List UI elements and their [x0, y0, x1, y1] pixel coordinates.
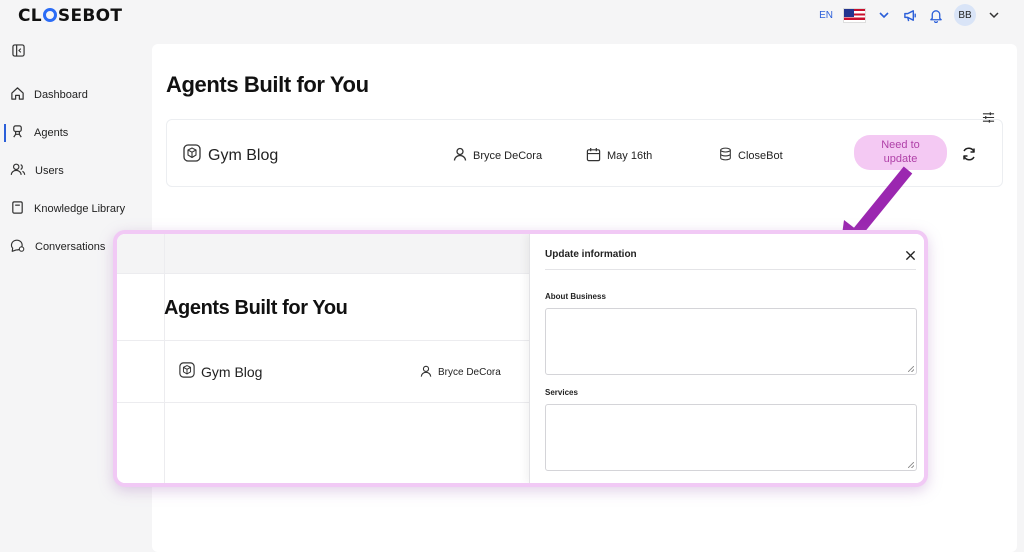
callout-divider: [117, 340, 529, 341]
database-icon: [719, 147, 732, 164]
about-business-label: About Business: [545, 292, 606, 301]
agent-icon: [10, 124, 25, 142]
person-icon: [453, 147, 467, 164]
bell-icon[interactable]: [928, 7, 944, 23]
agent-source: CloseBot: [719, 147, 783, 164]
callout-agent-name[interactable]: Gym Blog: [179, 362, 262, 381]
sidebar-item-label: Dashboard: [34, 89, 88, 101]
book-icon: [10, 200, 25, 218]
us-flag-icon[interactable]: [843, 7, 866, 23]
page-title: Agents Built for You: [166, 72, 369, 97]
panel-divider: [545, 269, 916, 270]
users-icon: [10, 162, 26, 180]
callout-divider: [117, 273, 529, 274]
sidebar-item-agents[interactable]: Agents: [0, 114, 150, 152]
cube-icon: [179, 362, 195, 381]
language-code[interactable]: EN: [819, 10, 833, 21]
logo-o-icon: [42, 8, 57, 22]
home-icon: [10, 86, 25, 104]
chevron-down-icon[interactable]: [876, 7, 892, 23]
cube-icon: [183, 144, 201, 167]
megaphone-icon[interactable]: [902, 7, 918, 23]
agent-owner: Bryce DeCora: [453, 147, 542, 164]
callout-divider: [164, 234, 165, 483]
close-icon[interactable]: [905, 248, 916, 266]
sidebar-collapse-icon[interactable]: [12, 44, 25, 62]
update-information-panel: Update information About Business Servic…: [529, 234, 924, 483]
sidebar-item-label: Agents: [34, 127, 69, 139]
panel-title: Update information: [545, 249, 637, 260]
sidebar-item-users[interactable]: Users: [0, 152, 150, 190]
agent-name[interactable]: Gym Blog: [183, 144, 278, 167]
callout-divider: [117, 402, 529, 403]
services-textarea[interactable]: [545, 404, 917, 471]
sidebar-item-dashboard[interactable]: Dashboard: [0, 76, 150, 114]
top-bar: CL SEBOT EN BB: [0, 0, 1024, 30]
sidebar-item-label: Users: [35, 165, 64, 177]
callout-header-strip: [117, 234, 529, 273]
chat-icon: [10, 238, 26, 256]
calendar-icon: [586, 147, 601, 165]
refresh-icon[interactable]: [961, 146, 977, 167]
agent-date: May 16th: [586, 147, 652, 165]
person-icon: [420, 365, 432, 380]
callout-agent-owner: Bryce DeCora: [420, 365, 501, 380]
services-label: Services: [545, 388, 578, 397]
sidebar-item-knowledge-library[interactable]: Knowledge Library: [0, 190, 150, 228]
user-avatar[interactable]: BB: [954, 4, 976, 26]
about-business-textarea[interactable]: [545, 308, 917, 375]
callout-background-page: Agents Built for You Gym Blog Bryce DeCo…: [117, 234, 529, 483]
sidebar-item-label: Conversations: [35, 241, 106, 253]
zoom-callout: Agents Built for You Gym Blog Bryce DeCo…: [113, 230, 928, 487]
callout-page-title: Agents Built for You: [164, 297, 348, 319]
avatar-chevron-down-icon[interactable]: [986, 7, 1002, 23]
sidebar-item-label: Knowledge Library: [34, 203, 126, 215]
closebot-logo[interactable]: CL SEBOT: [18, 6, 122, 26]
